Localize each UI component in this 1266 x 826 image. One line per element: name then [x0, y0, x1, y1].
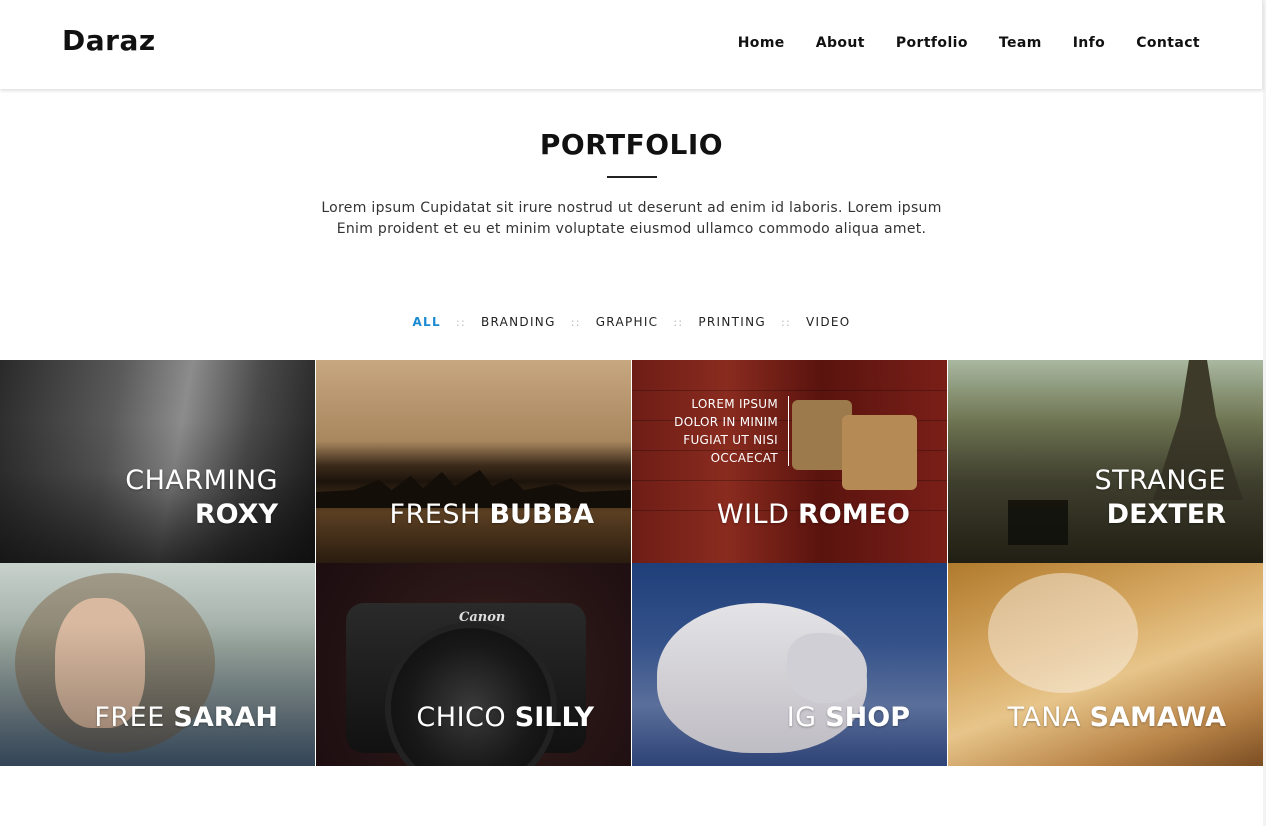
filter-all[interactable]: ALL	[412, 315, 440, 329]
portfolio-item-title: FRESH BUBBA	[389, 499, 594, 530]
feather-mask	[988, 573, 1138, 693]
intro-line-2: Enim proident et eu et minim voluptate e…	[336, 221, 927, 237]
nav-contact-link[interactable]: Contact	[1136, 35, 1200, 51]
filter-separator: ::	[673, 315, 684, 329]
nav-info-link[interactable]: Info	[1073, 35, 1106, 51]
top-navbar: Daraz Home About Portfolio Team Info Con…	[0, 0, 1263, 89]
portfolio-filters: ALL :: BRANDING :: GRAPHIC :: PRINTING :…	[0, 315, 1263, 329]
filter-graphic[interactable]: GRAPHIC	[596, 315, 659, 329]
portfolio-item-title: STRANGE DEXTER	[1094, 465, 1226, 530]
portfolio-grid: CHARMING ROXY FRESH BUBBA LOREM IPSUM DO…	[0, 360, 1263, 766]
portfolio-item-bubba[interactable]: FRESH BUBBA	[316, 360, 631, 563]
portfolio-item-title: IG SHOP	[786, 702, 910, 733]
main-nav: Home About Portfolio Team Info Contact	[707, 35, 1200, 51]
section-intro: Lorem ipsum Cupidatat sit irure nostrud …	[300, 198, 963, 240]
section-title: PORTFOLIO	[539, 128, 724, 161]
filter-separator: ::	[455, 315, 466, 329]
filter-video[interactable]: VIDEO	[806, 315, 851, 329]
portfolio-item-title: CHICO SILLY	[416, 702, 594, 733]
nav-home-link[interactable]: Home	[738, 35, 785, 51]
title-divider	[607, 176, 657, 178]
portfolio-item-samawa[interactable]: TANA SAMAWA	[948, 563, 1263, 766]
paper-bag-mask	[842, 415, 917, 490]
filter-printing[interactable]: PRINTING	[698, 315, 766, 329]
filter-separator: ::	[570, 315, 581, 329]
portfolio-image	[316, 360, 631, 563]
portfolio-item-title: TANA SAMAWA	[1007, 702, 1227, 733]
nav-portfolio-link[interactable]: Portfolio	[896, 35, 968, 51]
camera-logo: Canon	[459, 610, 506, 625]
portfolio-item-title: FREE SARAH	[94, 702, 278, 733]
portfolio-item-sarah[interactable]: FREE SARAH	[0, 563, 315, 766]
portfolio-item-romeo[interactable]: LOREM IPSUM DOLOR IN MINIM FUGIAT UT NIS…	[632, 360, 947, 563]
portfolio-item-roxy[interactable]: CHARMING ROXY	[0, 360, 315, 563]
brand-logo[interactable]: Daraz	[62, 24, 156, 57]
portfolio-item-title: CHARMING ROXY	[125, 465, 278, 530]
blurb-divider	[788, 396, 789, 466]
portfolio-item-shop[interactable]: IG SHOP	[632, 563, 947, 766]
portfolio-item-dexter[interactable]: STRANGE DEXTER	[948, 360, 1263, 563]
nav-team-link[interactable]: Team	[999, 35, 1042, 51]
nav-about-link[interactable]: About	[816, 35, 865, 51]
filter-branding[interactable]: BRANDING	[481, 315, 556, 329]
intro-line-1: Lorem ipsum Cupidatat sit irure nostrud …	[321, 200, 942, 216]
portfolio-item-title: WILD ROMEO	[716, 499, 910, 530]
portfolio-item-silly[interactable]: Canon CHICO SILLY	[316, 563, 631, 766]
filter-separator: ::	[781, 315, 792, 329]
